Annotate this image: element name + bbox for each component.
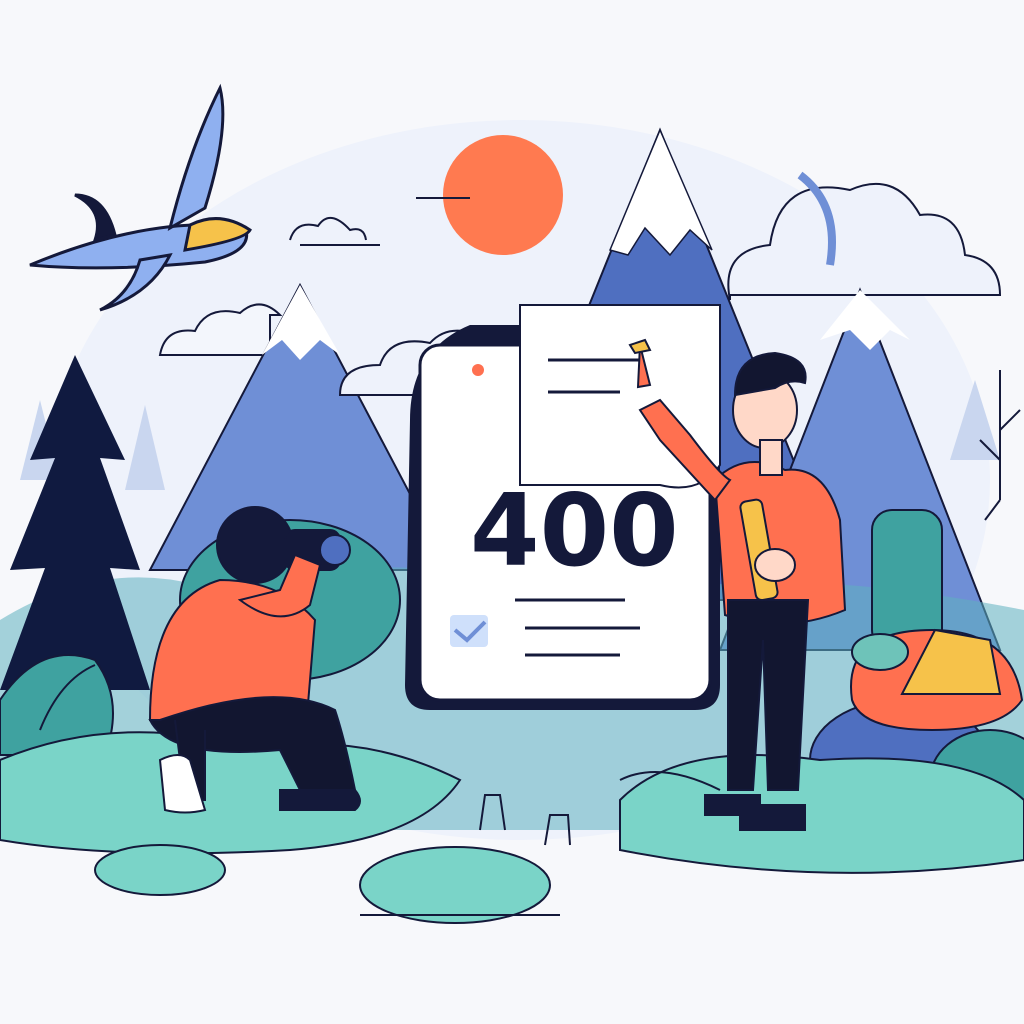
error-code: 400	[470, 472, 679, 589]
window-dot	[472, 364, 484, 376]
photographer-head	[216, 506, 294, 584]
person-pants	[727, 599, 810, 791]
error-card: 400	[405, 304, 721, 710]
photographer-right-shoe	[279, 789, 361, 811]
illustration-scene: 400	[0, 0, 1024, 1024]
sun	[443, 135, 563, 255]
